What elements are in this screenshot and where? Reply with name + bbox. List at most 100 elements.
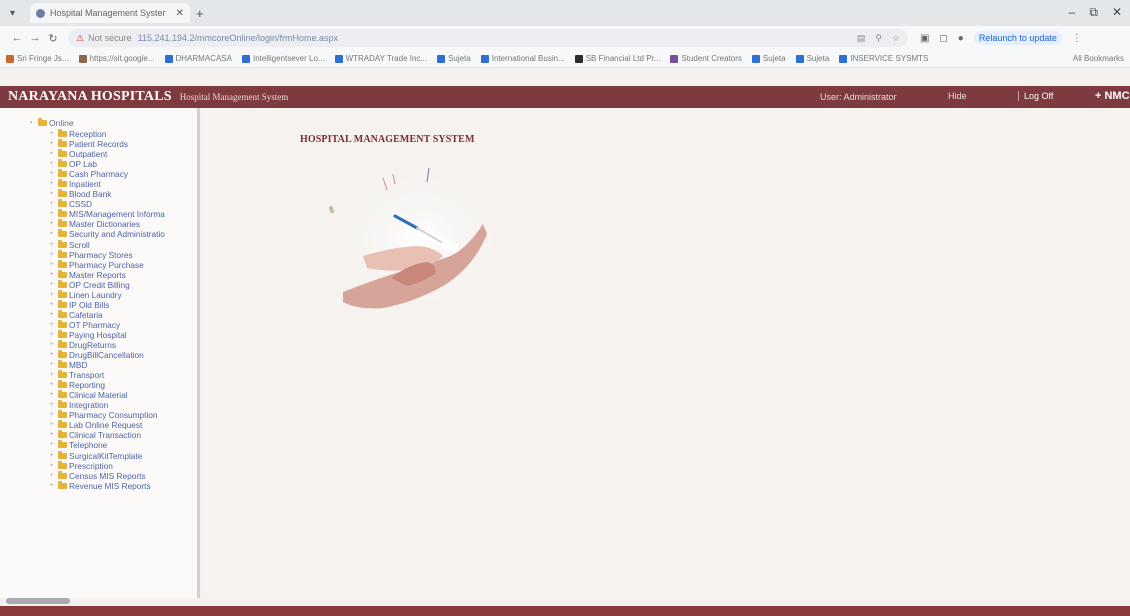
sidebar-item[interactable]: + Clinical Material [50,390,165,400]
sidebar-item[interactable]: + Scroll [50,239,165,250]
sidebar-item[interactable]: + Cash Pharmacy [50,169,165,179]
expand-icon[interactable]: + [50,372,58,378]
close-tab-icon[interactable]: ✕ [176,8,184,19]
new-tab-icon[interactable]: + [196,6,204,21]
expand-icon[interactable]: + [50,432,58,438]
expand-icon[interactable]: + [50,221,58,227]
sidebar-item[interactable]: + Census MIS Reports [50,470,165,481]
sidebar-item[interactable]: + Integration [50,400,165,410]
sidebar-item[interactable]: + Telephone [50,440,165,450]
sidebar-item[interactable]: + IP Old Bills [50,299,165,310]
sidebar-item[interactable]: + Reporting [50,380,165,390]
expand-icon[interactable]: + [50,292,58,298]
expand-icon[interactable]: + [50,252,58,258]
expand-icon[interactable]: + [50,282,58,288]
restore-icon[interactable]: ⧉ [1089,5,1098,20]
bookmark-item[interactable]: International Busin... [480,54,565,63]
expand-icon[interactable]: + [50,161,58,167]
browser-tab[interactable]: Hospital Management Syster ✕ [30,3,190,23]
expand-icon[interactable]: + [50,362,58,368]
sidebar-item[interactable]: + Inpatient [50,179,165,189]
expand-icon[interactable]: + [50,181,58,187]
expand-icon[interactable]: + [50,211,58,217]
all-bookmarks-button[interactable]: All Bookmarks [1073,54,1124,63]
sidebar-item[interactable]: + Outpatient [50,149,165,159]
tab-search-icon[interactable]: ▾ [10,8,26,19]
expand-icon[interactable]: + [50,392,58,398]
expand-icon[interactable]: + [50,422,58,428]
sidebar-item[interactable]: + Prescription [50,460,165,471]
expand-icon[interactable]: + [50,442,58,448]
expand-icon[interactable]: + [50,151,58,157]
expand-icon[interactable]: + [50,453,58,459]
expand-icon[interactable]: + [50,312,58,318]
sidebar-item[interactable]: + Revenue MIS Reports [50,480,165,491]
expand-icon[interactable]: + [50,191,58,197]
bookmark-item[interactable]: Sri Fringe Js... [6,54,69,63]
expand-icon[interactable]: + [50,131,58,137]
sidebar-item[interactable]: + Clinical Transaction [50,430,165,440]
sidebar-item[interactable]: + MIS/Management Informa [50,209,165,219]
sidebar-item[interactable]: + Master Dictionaries [50,219,165,229]
expand-icon[interactable]: + [50,302,58,308]
bookmark-item[interactable]: Sujeta [795,54,829,63]
expand-icon[interactable]: + [50,402,58,408]
expand-icon[interactable]: + [50,473,58,479]
expand-icon[interactable]: + [50,231,58,237]
translate-icon[interactable]: ▤ [857,33,866,44]
bookmark-star-icon[interactable]: ☆ [892,33,900,44]
expand-icon[interactable]: + [50,272,58,278]
minimize-icon[interactable]: – [1069,5,1076,20]
sidebar-item[interactable]: + CSSD [50,199,165,209]
expand-icon[interactable]: + [50,171,58,177]
expand-icon[interactable]: + [50,463,58,469]
expand-icon[interactable]: + [50,483,58,489]
sidebar-item[interactable]: + Patient Records [50,139,165,149]
back-icon[interactable]: ← [8,32,26,44]
sidebar-item[interactable]: + Transport [50,370,165,380]
download-icon[interactable]: ◻ [939,33,947,44]
reload-icon[interactable]: ↻ [44,32,62,45]
expand-icon[interactable]: + [50,382,58,388]
expand-icon[interactable]: + [50,201,58,207]
bookmark-item[interactable]: DHARMACASA [164,54,232,63]
expand-icon[interactable]: + [50,141,58,147]
bookmark-item[interactable]: https://sit.google... [78,54,155,63]
bookmark-item[interactable]: Intelligentsever Lo... [241,54,325,63]
hide-link[interactable]: Hide [948,91,967,101]
collapse-icon[interactable]: ▪ [30,120,38,126]
relaunch-button[interactable]: Relaunch to update [973,31,1062,45]
sidebar-item[interactable]: + DrugReturns [50,340,165,350]
sidebar-item[interactable]: + Pharmacy Consumption [50,410,165,420]
close-window-icon[interactable]: ✕ [1112,5,1122,20]
sidebar-item[interactable]: + OT Pharmacy [50,319,165,330]
sidebar-item[interactable]: + OP Credit Billing [50,279,165,290]
nmc-link[interactable]: + NMC [1095,90,1130,102]
bookmark-item[interactable]: INSERVICE SYSMTS [839,54,928,63]
forward-icon[interactable]: → [26,32,44,44]
sidebar-item[interactable]: + Paying Hospital [50,329,165,340]
expand-icon[interactable]: + [50,412,58,418]
url-field[interactable]: ⚠ Not secure 115.241.194.2/mmcoreOnline/… [68,29,908,47]
sidebar-item[interactable]: + Reception [50,129,165,139]
sidebar-item[interactable]: + Blood Bank [50,189,165,199]
zoom-icon[interactable]: ⚲ [875,33,882,44]
bookmark-item[interactable]: Student Creators [670,54,742,63]
sidebar-item[interactable]: + Pharmacy Purchase [50,259,165,270]
expand-icon[interactable]: + [50,342,58,348]
sidebar-item[interactable]: + DrugBillCancellation [50,350,165,360]
sidebar-item[interactable]: + Cafetaria [50,309,165,320]
logoff-link[interactable]: Log Off [1018,91,1053,101]
profile-icon[interactable]: ● [958,33,964,44]
menu-icon[interactable]: ⋮ [1072,33,1082,44]
sidebar-item[interactable]: + Security and Administratio [50,229,165,239]
bookmark-item[interactable]: Sujeta [751,54,786,63]
sidebar-item[interactable]: + Lab Online Request [50,420,165,430]
sidebar-item[interactable]: + Master Reports [50,269,165,280]
sidebar-item[interactable]: + Linen Laundry [50,289,165,300]
extension-icon[interactable]: ▣ [920,33,929,44]
expand-icon[interactable]: + [50,262,58,268]
expand-icon[interactable]: + [50,352,58,358]
tree-root[interactable]: ▪ Online [30,118,74,128]
bookmark-item[interactable]: SB Financial Ltd Pr... [574,54,660,63]
